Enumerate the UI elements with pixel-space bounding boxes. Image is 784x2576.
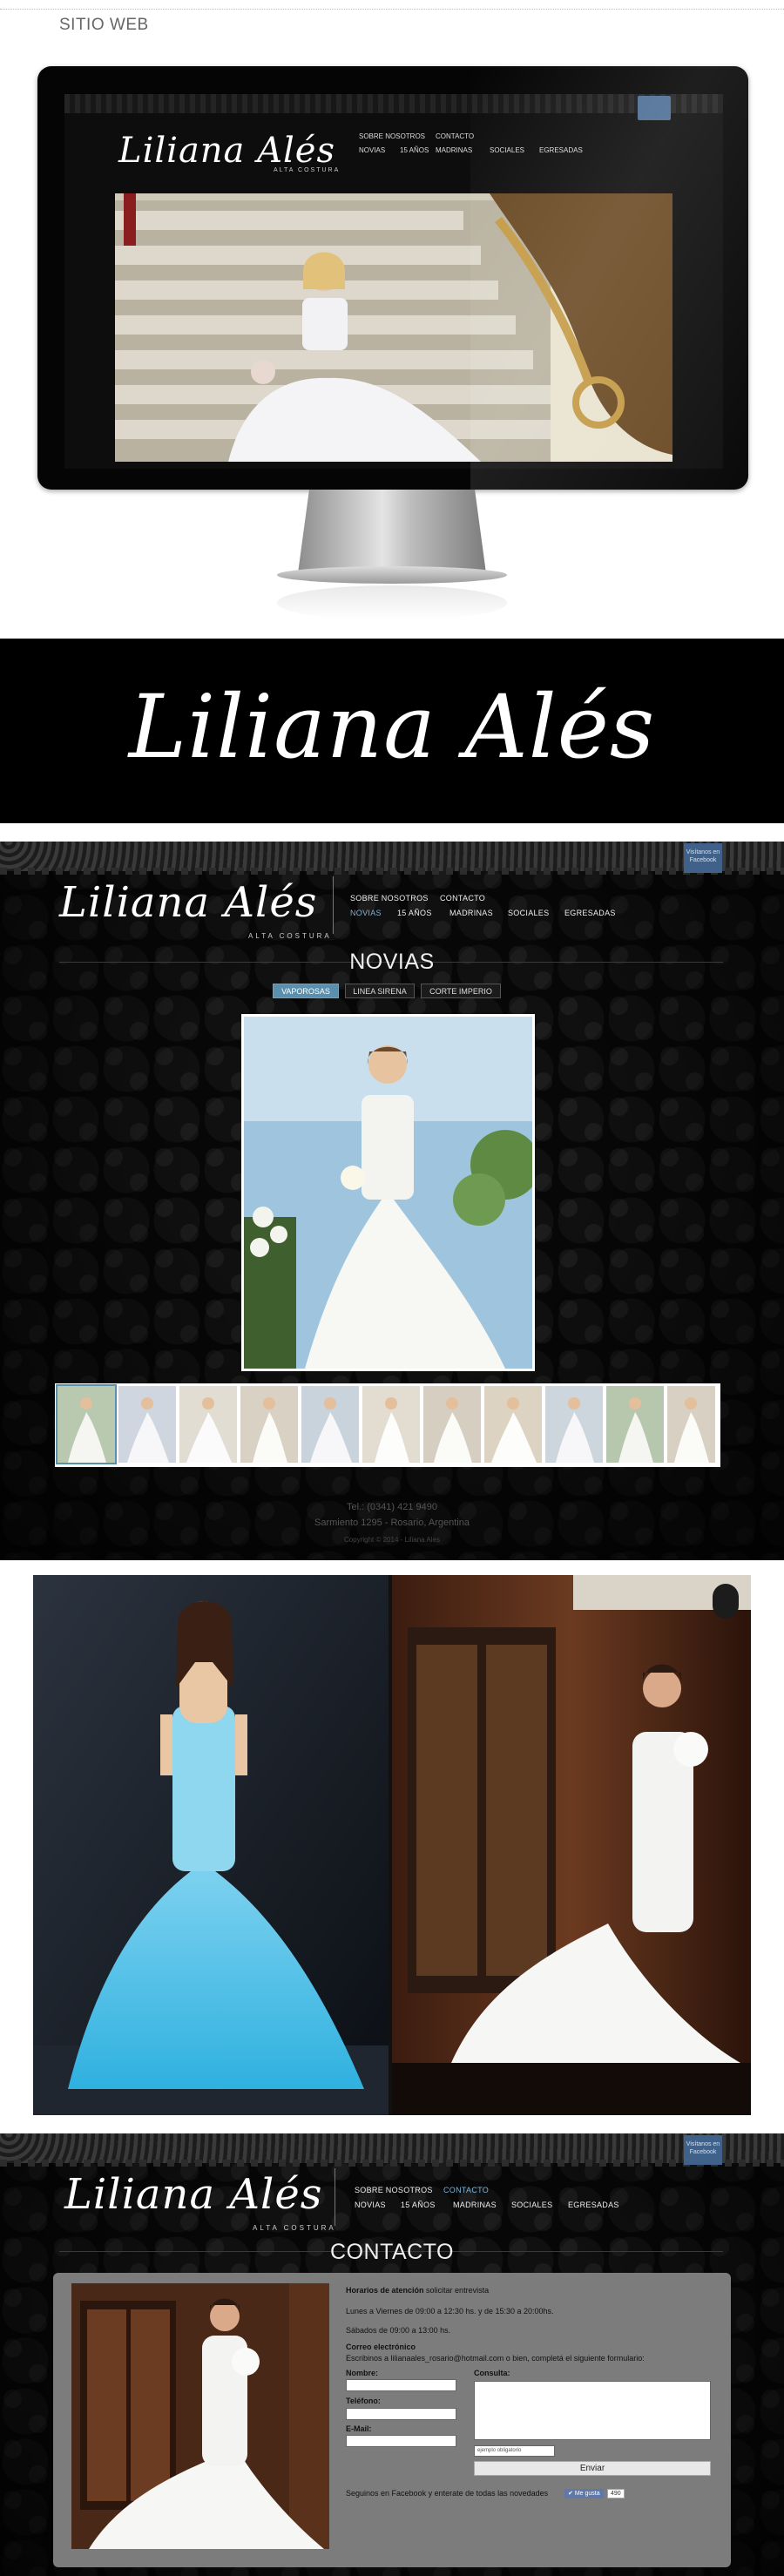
tab-corte-imperio[interactable]: CORTE IMPERIO: [421, 984, 501, 998]
email-instructions: Escribinos a lilianaales_rosario@hotmail…: [346, 2354, 645, 2363]
lace-border: [0, 842, 784, 871]
lace-edge: [0, 2160, 784, 2167]
screen-nav-novias[interactable]: NOVIAS: [359, 146, 385, 154]
thumbnail-strip: [55, 1383, 720, 1467]
nav-sobre-nosotros[interactable]: SOBRE NOSOTROS: [355, 2186, 433, 2194]
nav-novias[interactable]: NOVIAS: [350, 909, 382, 917]
thumbnail-5[interactable]: [301, 1386, 359, 1463]
monitor-stand: [298, 490, 486, 573]
label-query: Consulta:: [474, 2369, 510, 2377]
nav-contacto[interactable]: CONTACTO: [440, 894, 485, 903]
thumbnail-10[interactable]: [606, 1386, 664, 1463]
page-heading: CONTACTO: [330, 2240, 454, 2264]
lace-edge: [0, 868, 784, 875]
hours-note: solicitar entrevista: [426, 2286, 490, 2295]
screen-nav-15-anos[interactable]: 15 AÑOS: [400, 146, 429, 154]
tab-vaporosas[interactable]: VAPOROSAS: [273, 984, 339, 998]
contact-page: Visítanos en Facebook Liliana Alés ALTA …: [0, 2133, 784, 2576]
thumbnail-4[interactable]: [240, 1386, 298, 1463]
footer-address: Sarmiento 1295 - Rosario, Argentina: [314, 1518, 470, 1528]
contact-photo: [71, 2283, 329, 2549]
nav-15-anos[interactable]: 15 AÑOS: [397, 909, 432, 917]
banner-logo: Liliana Alés: [128, 676, 656, 778]
screen-logo-subtitle: ALTA COSTURA: [274, 167, 341, 173]
hours-weekdays: Lunes a Viernes de 09:00 a 12:30 hs. y d…: [346, 2307, 554, 2316]
monitor-glare: [470, 66, 748, 490]
photo-pair: [33, 1575, 751, 2115]
site-logo-subtitle: ALTA COSTURA: [253, 2224, 336, 2232]
top-dotted-rule: [0, 0, 784, 10]
nav-sociales[interactable]: SOCIALES: [508, 909, 549, 917]
nav-novias[interactable]: NOVIAS: [355, 2201, 386, 2209]
site-logo[interactable]: Liliana Alés: [59, 878, 317, 927]
facebook-follow-text: Seguinos en Facebook y enterate de todas…: [346, 2489, 549, 2498]
thumbnail-7[interactable]: [423, 1386, 481, 1463]
monitor-reflection: [277, 585, 507, 620]
logo-divider: [333, 876, 334, 934]
facebook-like-count: 490: [607, 2489, 625, 2498]
hours-saturday: Sábados de 09:00 a 13:00 hs.: [346, 2326, 451, 2335]
nav-sobre-nosotros[interactable]: SOBRE NOSOTROS: [350, 894, 429, 903]
hours-title-line: Horarios de atención solicitar entrevist…: [346, 2286, 489, 2295]
thumbnail-3[interactable]: [179, 1386, 237, 1463]
main-gallery-photo[interactable]: [241, 1014, 535, 1371]
label-name: Nombre:: [346, 2369, 379, 2377]
nav-egresadas[interactable]: EGRESADAS: [568, 2201, 619, 2209]
thumbnail-1[interactable]: [56, 1384, 117, 1464]
captcha-field[interactable]: ejemplo obligatorio: [474, 2445, 555, 2457]
nav-sociales[interactable]: SOCIALES: [511, 2201, 552, 2209]
page-heading: NOVIAS: [349, 950, 435, 974]
name-field[interactable]: [346, 2379, 456, 2391]
nav-egresadas[interactable]: EGRESADAS: [564, 909, 616, 917]
section-title: SITIO WEB: [59, 16, 149, 34]
send-button[interactable]: Enviar: [474, 2461, 711, 2476]
thumbnail-11[interactable]: [667, 1386, 715, 1463]
email-title: Correo electrónico: [346, 2343, 416, 2351]
facebook-tag[interactable]: Visítanos en Facebook: [684, 843, 722, 873]
site-logo-subtitle: ALTA COSTURA: [248, 932, 332, 940]
hours-title: Horarios de atención: [346, 2286, 424, 2295]
screen-logo[interactable]: Liliana Alés: [118, 131, 335, 171]
label-phone: Teléfono:: [346, 2397, 381, 2405]
footer-phone: Tel.: (0341) 421 9490: [347, 1502, 437, 1512]
footer-copyright: Copyright © 2014 - Liliana Ales: [344, 1536, 440, 1544]
nav-madrinas[interactable]: MADRINAS: [453, 2201, 497, 2209]
label-email: E-Mail:: [346, 2424, 372, 2433]
novias-page: Visítanos en Facebook Liliana Alés ALTA …: [0, 842, 784, 1560]
screen-nav-madrinas[interactable]: MADRINAS: [436, 146, 472, 154]
nav-15-anos[interactable]: 15 AÑOS: [401, 2201, 436, 2209]
thumbnail-9[interactable]: [545, 1386, 603, 1463]
screen-nav-sobre-nosotros[interactable]: SOBRE NOSOTROS: [359, 132, 425, 140]
site-logo[interactable]: Liliana Alés: [64, 2170, 322, 2219]
screen-nav-contacto[interactable]: CONTACTO: [436, 132, 474, 140]
thumbnail-6[interactable]: [362, 1386, 420, 1463]
thumbnail-8[interactable]: [484, 1386, 542, 1463]
tab-linea-sirena[interactable]: LINEA SIRENA: [345, 984, 415, 998]
monitor-stand-base: [277, 566, 507, 584]
facebook-tag[interactable]: Visítanos en Facebook: [684, 2135, 722, 2165]
query-textarea[interactable]: [474, 2381, 711, 2440]
email-field[interactable]: [346, 2435, 456, 2447]
nav-madrinas[interactable]: MADRINAS: [449, 909, 493, 917]
facebook-like-button[interactable]: ✔ Me gusta: [564, 2489, 604, 2498]
lace-border: [0, 2133, 784, 2163]
phone-field[interactable]: [346, 2408, 456, 2420]
nav-contacto[interactable]: CONTACTO: [443, 2186, 489, 2194]
thumbnail-2[interactable]: [118, 1386, 176, 1463]
